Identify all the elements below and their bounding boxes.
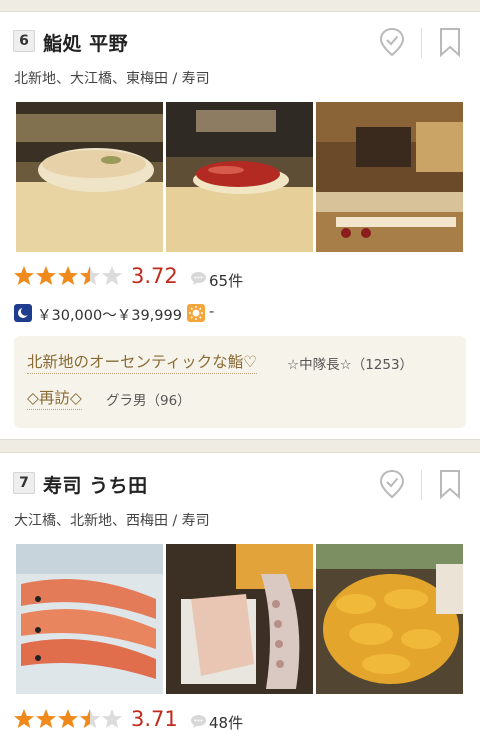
restaurant-name[interactable]: 寿司 うち田 [43,471,148,498]
section-divider [0,439,480,453]
map-pin-check-icon[interactable] [378,27,406,57]
restaurant-name[interactable]: 鮨処 平野 [43,29,128,56]
rating-score: 3.72 [131,264,178,288]
rating-stars [14,266,122,285]
review-snippets-box: 北新地のオーセンティックな鮨♡ ☆中隊長☆（1253） ◇再訪◇ グラ男（96） [14,336,466,428]
restaurant-photo-2[interactable] [166,102,313,252]
restaurant-photo-3[interactable] [316,544,463,694]
rank-badge: 6 [13,30,35,52]
review-count[interactable]: 65件 [209,270,243,291]
map-pin-check-icon[interactable] [378,469,406,499]
bookmark-icon[interactable] [438,27,462,57]
star-empty-5 [102,709,122,728]
star-full-3 [58,266,78,285]
rating-stars [14,709,122,728]
review-title-1[interactable]: 北新地のオーセンティックな鮨♡ [27,350,257,374]
area-genre-text: 北新地、大江橋、東梅田 / 寿司 [14,71,210,87]
rating-score: 3.71 [131,707,178,731]
star-full-2 [36,709,56,728]
speech-bubble-icon [191,272,206,285]
sun-icon [187,304,205,322]
star-full-1 [14,709,34,728]
star-full-3 [58,709,78,728]
review-title-2[interactable]: ◇再訪◇ [27,386,82,410]
lunch-price: - [209,304,215,320]
star-half-4 [80,266,100,285]
reviewer-name-1[interactable]: ☆中隊長☆（1253） [287,353,413,373]
area-genre-text: 大江橋、北新地、西梅田 / 寿司 [14,513,210,529]
star-empty-5 [102,266,122,285]
dinner-price: ￥30,000～￥39,999 [37,308,182,324]
restaurant-photo-1[interactable] [16,102,163,252]
star-full-1 [14,266,34,285]
icon-separator [421,28,422,58]
review-count[interactable]: 48件 [209,712,243,733]
rank-badge: 7 [13,472,35,494]
moon-icon [14,304,32,322]
section-divider-top [0,0,480,12]
restaurant-photo-3[interactable] [316,102,463,252]
bookmark-icon[interactable] [438,469,462,499]
star-full-2 [36,266,56,285]
restaurant-photo-2[interactable] [166,544,313,694]
icon-separator [421,470,422,500]
reviewer-name-2[interactable]: グラ男（96） [106,389,191,409]
star-half-4 [80,709,100,728]
restaurant-photo-1[interactable] [16,544,163,694]
speech-bubble-icon [191,715,206,728]
